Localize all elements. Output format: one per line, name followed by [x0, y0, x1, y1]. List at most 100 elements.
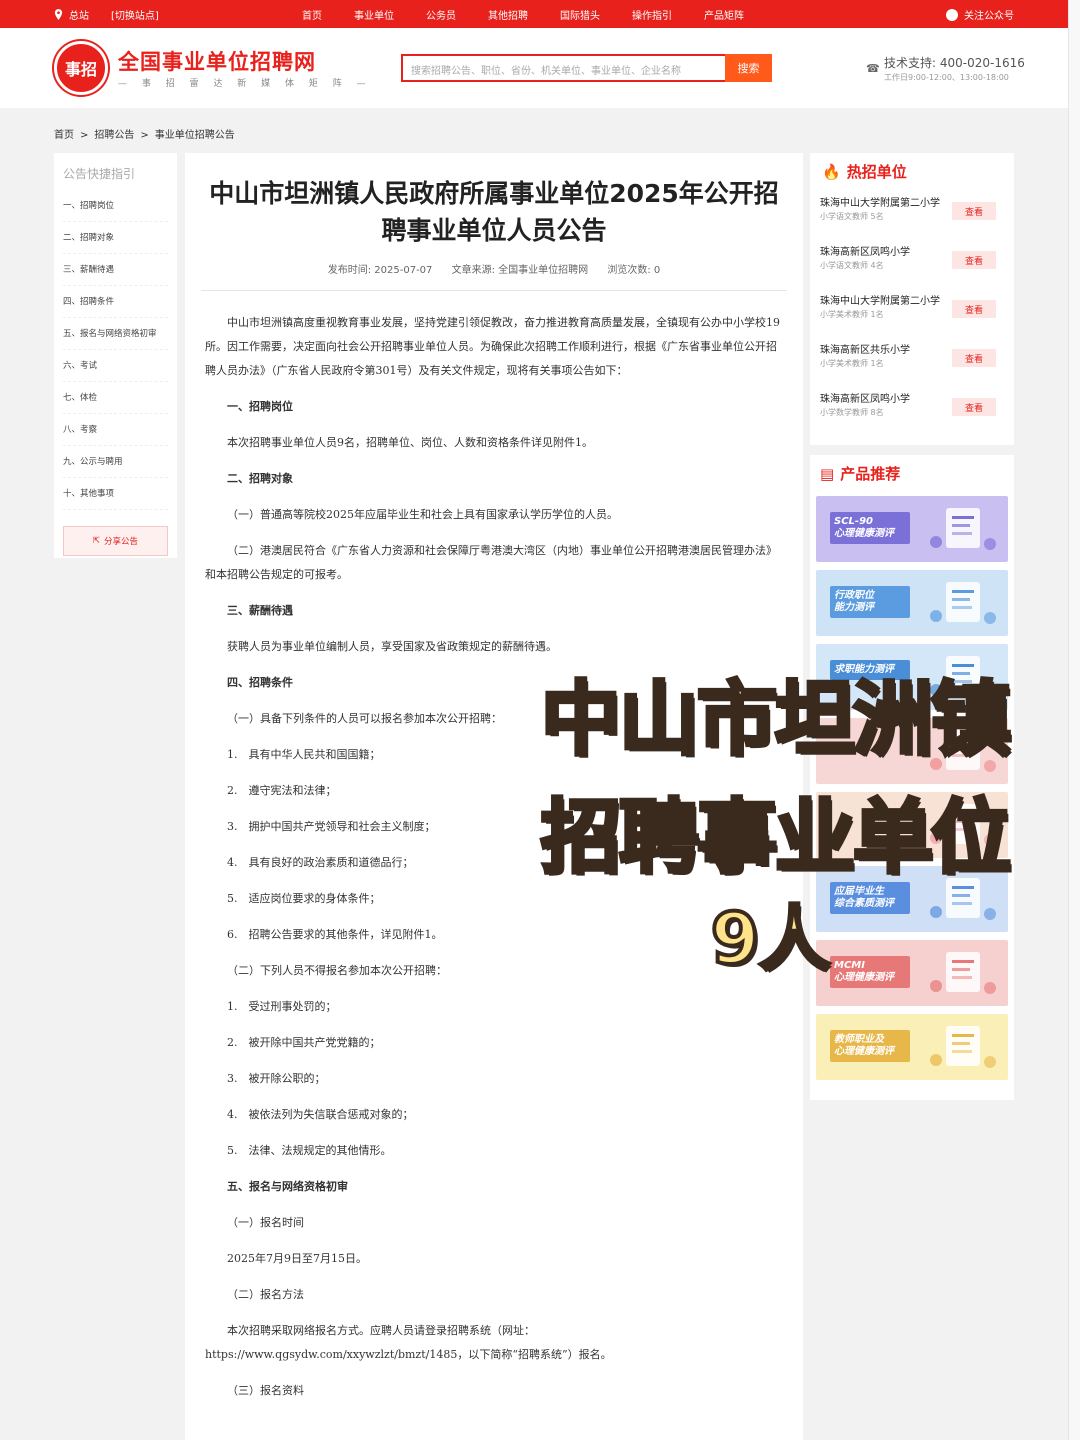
article-paragraph: 3. 被开除公职的； [227, 1072, 326, 1085]
top-nav-item[interactable]: 公务员 [426, 7, 456, 22]
unit-post: 小学数学教师 8名 [820, 408, 884, 417]
hot-units-title: 热招单位 [846, 163, 907, 181]
products-title: 产品推荐 [840, 465, 901, 483]
view-button[interactable]: 查看 [952, 251, 996, 269]
article-paragraph: 5. 适应岗位要求的身体条件； [227, 892, 381, 905]
station-locator: 总站 [切换站点] [54, 7, 159, 22]
guide-item[interactable]: 十、其他事项 [63, 478, 168, 510]
view-button[interactable]: 查看 [952, 349, 996, 367]
breadcrumb-current[interactable]: 事业单位招聘公告 [155, 130, 235, 141]
article-paragraph: （二）报名方法 [227, 1288, 304, 1301]
article-paragraph: 4. 被依法列为失信联合惩戒对象的； [227, 1108, 414, 1121]
unit-post: 小学美术教师 1名 [820, 359, 884, 368]
guide-item[interactable]: 三、薪酬待遇 [63, 254, 168, 286]
product-banner[interactable]: 教师职业及 心理健康测评 [816, 1014, 1008, 1080]
title-divider [201, 290, 787, 291]
view-button[interactable]: 查看 [952, 398, 996, 416]
hot-unit-item[interactable]: 珠海高新区凤鸣小学 小学语文教师 4名 查看 [818, 241, 1006, 290]
wechat-icon [946, 8, 958, 21]
breadcrumb-notices[interactable]: 招聘公告 [94, 130, 134, 141]
hot-units-header: 🔥 热招单位 [822, 161, 1006, 182]
article-paragraph: 本次招聘事业单位人员9名，招聘单位、岗位、人数和资格条件详见附件1。 [227, 436, 593, 449]
unit-name: 珠海高新区凤鸣小学 [820, 394, 910, 405]
site-logo[interactable]: 事招 [54, 41, 108, 95]
top-nav-item[interactable]: 国际猎头 [560, 7, 600, 22]
product-banner[interactable]: 应届毕业生 综合素质测评 [816, 866, 1008, 932]
product-banner[interactable]: 行政职位 能力测评 [816, 570, 1008, 636]
share-label: 分享公告 [104, 537, 139, 547]
article-paragraph: （一）具备下列条件的人员可以报名参加本次公开招聘： [227, 712, 502, 725]
product-banner[interactable] [816, 718, 1008, 784]
article-paragraph: （二）港澳居民符合《广东省人力资源和社会保障厅粤港澳大湾区（内地）事业单位公开招… [205, 544, 777, 581]
article-paragraph: 3. 拥护中国共产党领导和社会主义制度； [227, 820, 436, 833]
section-heading: 五、报名与网络资格初审 [227, 1180, 348, 1193]
article-paragraph: 6. 招聘公告要求的其他条件，详见附件1。 [227, 928, 443, 941]
location-pin-icon [54, 9, 63, 20]
view-button[interactable]: 查看 [952, 300, 996, 318]
article-paragraph: 中山市坦洲镇高度重视教育事业发展，坚持党建引领促教改，奋力推进教育高质量发展，全… [205, 316, 780, 377]
article-paragraph: （三）报名资料 [227, 1384, 304, 1397]
top-nav-item[interactable]: 事业单位 [354, 7, 394, 22]
top-nav-item[interactable]: 操作指引 [632, 7, 672, 22]
search-button[interactable]: 搜索 [725, 54, 772, 82]
publish-time: 发布时间: 2025-07-07 [327, 265, 433, 276]
product-banner[interactable]: 求职能力测评 [816, 644, 1008, 710]
share-button[interactable]: ⇱ 分享公告 [63, 526, 168, 556]
top-nav-item[interactable]: 其他招聘 [488, 7, 528, 22]
guide-title: 公告快捷指引 [63, 167, 136, 181]
guide-item[interactable]: 四、招聘条件 [63, 286, 168, 318]
guide-item[interactable]: 九、公示与聘用 [63, 446, 168, 478]
search-input[interactable]: 搜索招聘公告、职位、省份、机关单位、事业单位、企业名称 [401, 54, 725, 82]
guide-item[interactable]: 五、报名与网络资格初审 [63, 318, 168, 350]
article-paragraph: 1. 具有中华人民共和国国籍； [227, 748, 381, 761]
site-header: 事招 全国事业单位招聘网 — 事 招 雷 达 新 媒 体 矩 阵 — 搜索招聘公… [0, 28, 1068, 108]
banner-illustration-icon [930, 952, 996, 994]
unit-name: 珠海高新区凤鸣小学 [820, 247, 910, 258]
switch-station-link[interactable]: [切换站点] [111, 7, 159, 22]
banner-illustration-icon [930, 1026, 996, 1068]
article-meta: 发布时间: 2025-07-07 文章来源: 全国事业单位招聘网 浏览次数: 0 [185, 261, 803, 276]
top-nav: 首页 事业单位 公务员 其他招聘 国际猎头 操作指引 产品矩阵 [302, 7, 776, 22]
hot-unit-item[interactable]: 珠海中山大学附属第二小学 小学语文教师 5名 查看 [818, 192, 1006, 241]
unit-name: 珠海中山大学附属第二小学 [820, 296, 940, 307]
banner-illustration-icon [930, 582, 996, 624]
unit-name: 珠海高新区共乐小学 [820, 345, 910, 356]
article-panel: 中山市坦洲镇人民政府所属事业单位2025年公开招聘事业单位人员公告 发布时间: … [185, 153, 803, 1440]
products-header: ▤ 产品推荐 [820, 463, 1008, 484]
banner-illustration-icon [930, 804, 996, 846]
site-title[interactable]: 全国事业单位招聘网 [118, 46, 316, 76]
guide-item[interactable]: 七、体检 [63, 382, 168, 414]
hot-unit-item[interactable]: 珠海高新区共乐小学 小学美术教师 1名 查看 [818, 339, 1006, 388]
section-heading: 三、薪酬待遇 [227, 604, 293, 617]
guide-item[interactable]: 一、招聘岗位 [63, 190, 168, 222]
phone-icon: ☎ [866, 62, 880, 75]
guide-item[interactable]: 六、考试 [63, 350, 168, 382]
hot-unit-item[interactable]: 珠海中山大学附属第二小学 小学美术教师 1名 查看 [818, 290, 1006, 339]
guide-item[interactable]: 二、招聘对象 [63, 222, 168, 254]
banner-label: 求职能力测评 [830, 660, 910, 680]
top-nav-item[interactable]: 产品矩阵 [704, 7, 744, 22]
breadcrumb-home[interactable]: 首页 [54, 130, 74, 141]
unit-post: 小学美术教师 1名 [820, 310, 884, 319]
banner-label: 应届毕业生 综合素质测评 [830, 882, 910, 914]
article-paragraph: 4. 具有良好的政治素质和道德品行； [227, 856, 414, 869]
page-scrollbar[interactable] [1068, 0, 1080, 1440]
view-button[interactable]: 查看 [952, 202, 996, 220]
article-paragraph: （一）报名时间 [227, 1216, 304, 1229]
banner-label: 行政职位 能力测评 [830, 586, 910, 618]
banner-label: SCL-90 心理健康测评 [830, 512, 910, 544]
document-icon: ▤ [820, 464, 835, 483]
follow-label: 关注公众号 [964, 11, 1014, 22]
logo-badge-text: 事招 [64, 60, 97, 79]
top-nav-item[interactable]: 首页 [302, 7, 322, 22]
section-heading: 二、招聘对象 [227, 472, 293, 485]
product-banner[interactable]: SCL-90 心理健康测评 [816, 496, 1008, 562]
follow-wechat[interactable]: 关注公众号 [946, 7, 1014, 22]
article-paragraph: （二）下列人员不得报名参加本次公开招聘： [227, 964, 447, 977]
product-banner[interactable]: MCMI 心理健康测评 [816, 940, 1008, 1006]
product-banner[interactable] [816, 792, 1008, 858]
article-paragraph: 1. 受过刑事处罚的； [227, 1000, 337, 1013]
hot-unit-item[interactable]: 珠海高新区凤鸣小学 小学数学教师 8名 查看 [818, 388, 1006, 437]
guide-item[interactable]: 八、考察 [63, 414, 168, 446]
article-body: 中山市坦洲镇高度重视教育事业发展，坚持党建引领促教改，奋力推进教育高质量发展，全… [205, 311, 780, 1415]
